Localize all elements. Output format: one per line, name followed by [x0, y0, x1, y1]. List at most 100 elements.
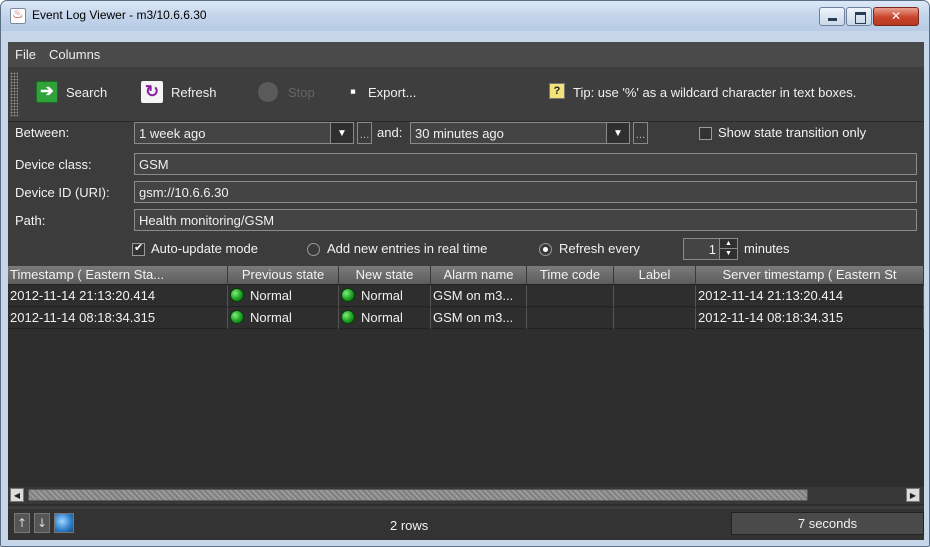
cell-label: [614, 286, 696, 307]
cell-previous-state: Normal: [228, 308, 339, 329]
refresh-button[interactable]: ↻ Refresh: [141, 81, 241, 105]
col-new-state[interactable]: New state: [339, 266, 431, 285]
path-value: Health monitoring/GSM: [139, 213, 275, 228]
device-class-field[interactable]: GSM: [134, 153, 917, 175]
refresh-unit-label: minutes: [744, 241, 790, 256]
elapsed-time: 7 seconds: [731, 512, 924, 535]
cell-time-code: [527, 286, 614, 307]
tip-label: Tip: use '%' as a wildcard character in …: [573, 85, 857, 100]
event-log-window: Event Log Viewer - m3/10.6.6.30 File Col…: [0, 0, 930, 547]
refresh-every-label: Refresh every: [559, 241, 640, 256]
stop-button[interactable]: Stop: [258, 81, 328, 105]
realtime-label: Add new entries in real time: [327, 241, 488, 256]
cell-server-timestamp: 2012-11-14 08:18:34.315: [696, 308, 924, 329]
cell-label: [614, 308, 696, 329]
show-transitions-label: Show state transition only: [718, 125, 867, 140]
main-content: ➔ Search ↻ Refresh Stop ▪ Export... ? Ti…: [8, 67, 924, 540]
refresh-every-radio[interactable]: [539, 243, 552, 256]
cell-server-timestamp: 2012-11-14 21:13:20.414: [696, 286, 924, 307]
device-class-value: GSM: [139, 157, 169, 172]
scroll-left-icon[interactable]: ◀: [10, 488, 24, 502]
refresh-label: Refresh: [171, 85, 217, 100]
col-alarm-name[interactable]: Alarm name: [431, 266, 527, 285]
cell-new-state: Normal: [339, 308, 431, 329]
device-id-label: Device ID (URI):: [15, 185, 110, 200]
java-app-icon: [10, 7, 26, 24]
table-header: Timestamp ( Eastern Sta... Previous stat…: [8, 266, 924, 285]
search-label: Search: [66, 85, 108, 100]
export-label: Export...: [368, 85, 417, 100]
window-title: Event Log Viewer - m3/10.6.6.30: [32, 8, 207, 22]
row-count: 2 rows: [390, 518, 429, 533]
refresh-interval-stepper[interactable]: 1 ▲ ▼: [683, 238, 738, 260]
col-previous-state[interactable]: Previous state: [228, 266, 339, 285]
arrow-right-icon: ➔: [36, 81, 58, 103]
device-id-field[interactable]: gsm://10.6.6.30: [134, 181, 917, 203]
horizontal-scrollbar[interactable]: ◀ ▶: [8, 487, 924, 504]
cell-timestamp: 2012-11-14 08:18:34.315: [8, 308, 228, 329]
new-state-text: Normal: [361, 288, 403, 303]
col-server-timestamp[interactable]: Server timestamp ( Eastern St: [696, 266, 924, 285]
scroll-right-icon[interactable]: ▶: [906, 488, 920, 502]
close-button[interactable]: [873, 7, 919, 26]
globe-icon[interactable]: [54, 513, 74, 533]
toolbar-grip[interactable]: [10, 72, 18, 117]
col-label[interactable]: Label: [614, 266, 696, 285]
table-row[interactable]: 2012-11-14 21:13:20.414 Normal Normal GS…: [8, 286, 924, 307]
between-value: 1 week ago: [139, 126, 206, 141]
between-select[interactable]: 1 week ago ▼: [134, 122, 354, 144]
status-bar: ↑ ↓ 2 rows 7 seconds: [8, 509, 924, 540]
col-timestamp[interactable]: Timestamp ( Eastern Sta...: [8, 266, 228, 285]
status-ok-icon: [341, 310, 355, 324]
search-button[interactable]: ➔ Search: [36, 81, 126, 105]
between-label: Between:: [15, 125, 70, 140]
auto-update-label: Auto-update mode: [151, 241, 258, 256]
scrollbar-thumb[interactable]: [28, 489, 808, 501]
table-row[interactable]: 2012-11-14 08:18:34.315 Normal Normal GS…: [8, 308, 924, 329]
between-more-button[interactable]: ...: [357, 122, 372, 144]
export-button[interactable]: ▪ Export...: [342, 81, 442, 105]
realtime-radio[interactable]: [307, 243, 320, 256]
and-label: and:: [377, 125, 403, 140]
status-ok-icon: [230, 288, 244, 302]
and-more-button[interactable]: ...: [633, 122, 648, 144]
path-label: Path:: [15, 213, 46, 228]
event-table: Timestamp ( Eastern Sta... Previous stat…: [8, 266, 924, 506]
spin-down-icon[interactable]: ▼: [719, 249, 737, 259]
refresh-icon: ↻: [141, 81, 163, 103]
previous-state-text: Normal: [250, 288, 292, 303]
stop-icon: [258, 82, 278, 102]
chevron-down-icon[interactable]: ▼: [330, 122, 354, 144]
title-bar: Event Log Viewer - m3/10.6.6.30: [1, 1, 929, 31]
status-ok-icon: [230, 310, 244, 324]
and-value: 30 minutes ago: [415, 126, 504, 141]
and-select[interactable]: 30 minutes ago ▼: [410, 122, 630, 144]
cell-timestamp: 2012-11-14 21:13:20.414: [8, 286, 228, 307]
path-field[interactable]: Health monitoring/GSM: [134, 209, 917, 231]
previous-state-text: Normal: [250, 310, 292, 325]
arrow-down-icon[interactable]: ↓: [34, 513, 50, 533]
refresh-interval-value: 1: [708, 242, 716, 257]
show-transitions-checkbox[interactable]: [699, 127, 712, 140]
new-state-text: Normal: [361, 310, 403, 325]
device-class-label: Device class:: [15, 157, 92, 172]
col-time-code[interactable]: Time code: [527, 266, 614, 285]
floppy-disk-icon: ▪: [349, 82, 357, 101]
chevron-down-icon[interactable]: ▼: [606, 122, 630, 144]
cell-alarm-name: GSM on m3...: [431, 308, 527, 329]
status-ok-icon: [341, 288, 355, 302]
cell-new-state: Normal: [339, 286, 431, 307]
menu-file[interactable]: File: [15, 47, 36, 62]
cell-time-code: [527, 308, 614, 329]
device-id-value: gsm://10.6.6.30: [139, 185, 229, 200]
tip-text: ? Tip: use '%' as a wildcard character i…: [549, 81, 924, 105]
minimize-button[interactable]: [819, 7, 845, 26]
maximize-button[interactable]: [846, 7, 872, 26]
spin-up-icon[interactable]: ▲: [719, 239, 737, 249]
help-icon: ?: [549, 83, 565, 99]
menu-columns[interactable]: Columns: [49, 47, 100, 62]
cell-alarm-name: GSM on m3...: [431, 286, 527, 307]
menu-bar: File Columns: [8, 42, 924, 67]
auto-update-checkbox[interactable]: [132, 241, 145, 256]
arrow-up-icon[interactable]: ↑: [14, 513, 30, 533]
